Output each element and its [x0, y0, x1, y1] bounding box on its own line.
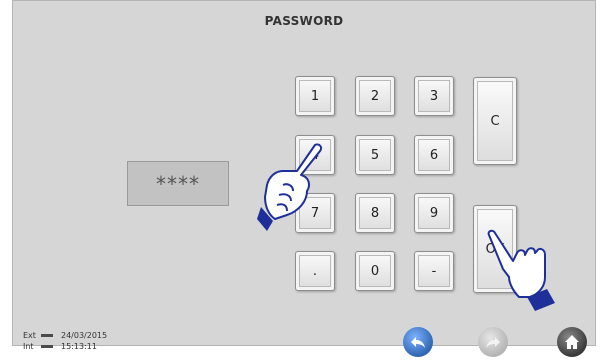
key-0[interactable]: 0 [355, 251, 395, 291]
password-display: **** [127, 161, 229, 206]
back-arrow-icon [411, 337, 425, 348]
int-time: 15:13:11 [61, 342, 97, 351]
int-label: Int [23, 342, 34, 351]
page-title: PASSWORD [264, 14, 344, 28]
hmi-screen: PASSWORD **** 1 2 3 4 5 6 7 8 9 . 0 - C … [12, 0, 596, 357]
key-9[interactable]: 9 [414, 193, 454, 233]
key-3[interactable]: 3 [414, 76, 454, 116]
home-icon [565, 335, 579, 349]
ext-date: 24/03/2015 [61, 331, 108, 340]
clear-button[interactable]: C [473, 77, 517, 165]
forward-button[interactable] [478, 327, 508, 357]
pointing-hand-icon [487, 229, 555, 311]
key-minus[interactable]: - [414, 251, 454, 291]
back-button[interactable] [403, 327, 433, 357]
ext-indicator [41, 334, 53, 337]
home-button[interactable] [557, 327, 587, 357]
pointing-hand-icon [257, 143, 323, 231]
key-dot[interactable]: . [295, 251, 335, 291]
status-ext: Ext 24/03/2015 [23, 331, 107, 340]
ext-label: Ext [23, 331, 36, 340]
forward-arrow-icon [486, 337, 500, 348]
key-5[interactable]: 5 [355, 135, 395, 175]
key-1[interactable]: 1 [295, 76, 335, 116]
int-indicator [41, 345, 53, 348]
key-6[interactable]: 6 [414, 135, 454, 175]
key-8[interactable]: 8 [355, 193, 395, 233]
status-int: Int 15:13:11 [23, 342, 97, 351]
key-2[interactable]: 2 [355, 76, 395, 116]
